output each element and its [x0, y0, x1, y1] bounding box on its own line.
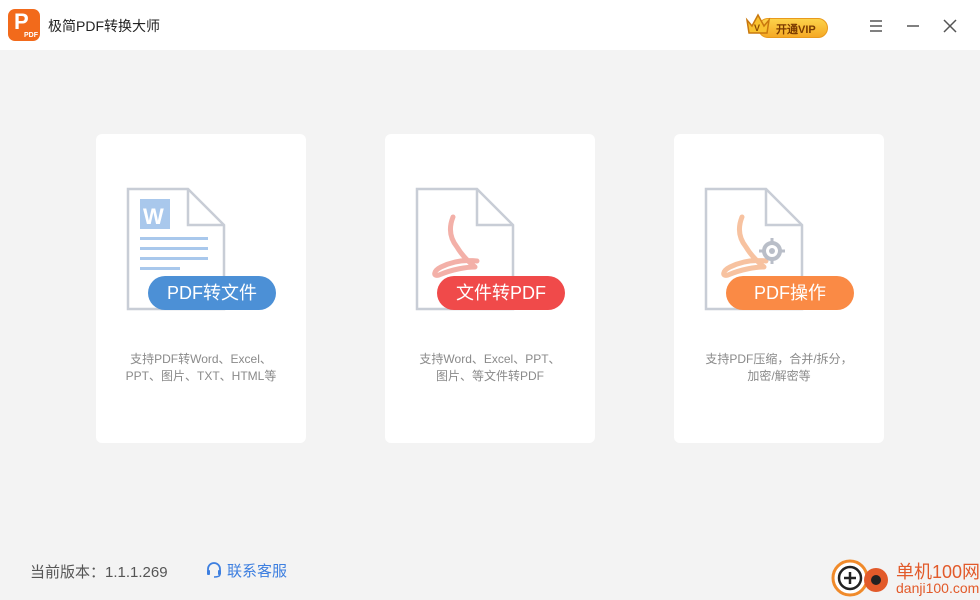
- crown-icon: V: [745, 13, 771, 34]
- card-description-line1: 支持Word、Excel、PPT、: [419, 352, 561, 366]
- pdf-to-file-label: PDF转文件: [148, 276, 276, 310]
- contact-support-label: 联系客服: [227, 563, 288, 580]
- card-pdf-operations[interactable]: PDF操作 支持PDF压缩，合并/拆分， 加密/解密等: [674, 134, 884, 443]
- minimize-button[interactable]: [901, 14, 925, 38]
- title-bar: P PDF 极简PDF转换大师 V 开通VIP: [0, 0, 980, 50]
- minimize-icon: [907, 25, 919, 27]
- headset-icon: [207, 562, 221, 578]
- open-vip-button[interactable]: V 开通VIP: [744, 12, 828, 38]
- card-description-line2: 图片、等文件转PDF: [435, 369, 544, 383]
- card-pdf-to-file[interactable]: W PDF转文件 支持PDF转Word、Excel、 PPT、图片、TXT、HT…: [96, 134, 306, 443]
- card-description-line2: 加密/解密等: [747, 369, 811, 383]
- watermark-url: danji100.com: [896, 580, 980, 596]
- close-icon: [943, 19, 957, 33]
- vip-label: 开通VIP: [776, 24, 816, 36]
- version-text: 当前版本：1.1.1.269: [30, 564, 168, 581]
- watermark-logo-icon: [831, 559, 888, 597]
- card-description-line2: PPT、图片、TXT、HTML等: [125, 369, 277, 383]
- site-watermark: 单机100网 danji100.com: [830, 556, 980, 600]
- app-logo-icon: P PDF: [8, 9, 40, 41]
- card-description-line1: 支持PDF转Word、Excel、: [130, 352, 272, 366]
- close-button[interactable]: [938, 14, 962, 38]
- menu-button[interactable]: [864, 14, 888, 38]
- app-title: 极简PDF转换大师: [48, 18, 160, 34]
- card-file-to-pdf[interactable]: 文件转PDF 支持Word、Excel、PPT、 图片、等文件转PDF: [385, 134, 595, 443]
- menu-icon: [870, 20, 882, 32]
- app-logo-letter: P: [14, 9, 29, 34]
- card-description-line1: 支持PDF压缩，合并/拆分，: [705, 352, 853, 366]
- file-to-pdf-label: 文件转PDF: [437, 276, 565, 310]
- app-logo-sub: PDF: [24, 32, 38, 39]
- svg-text:V: V: [754, 23, 760, 33]
- pdf-operations-label: PDF操作: [726, 276, 854, 310]
- svg-text:W: W: [143, 204, 164, 229]
